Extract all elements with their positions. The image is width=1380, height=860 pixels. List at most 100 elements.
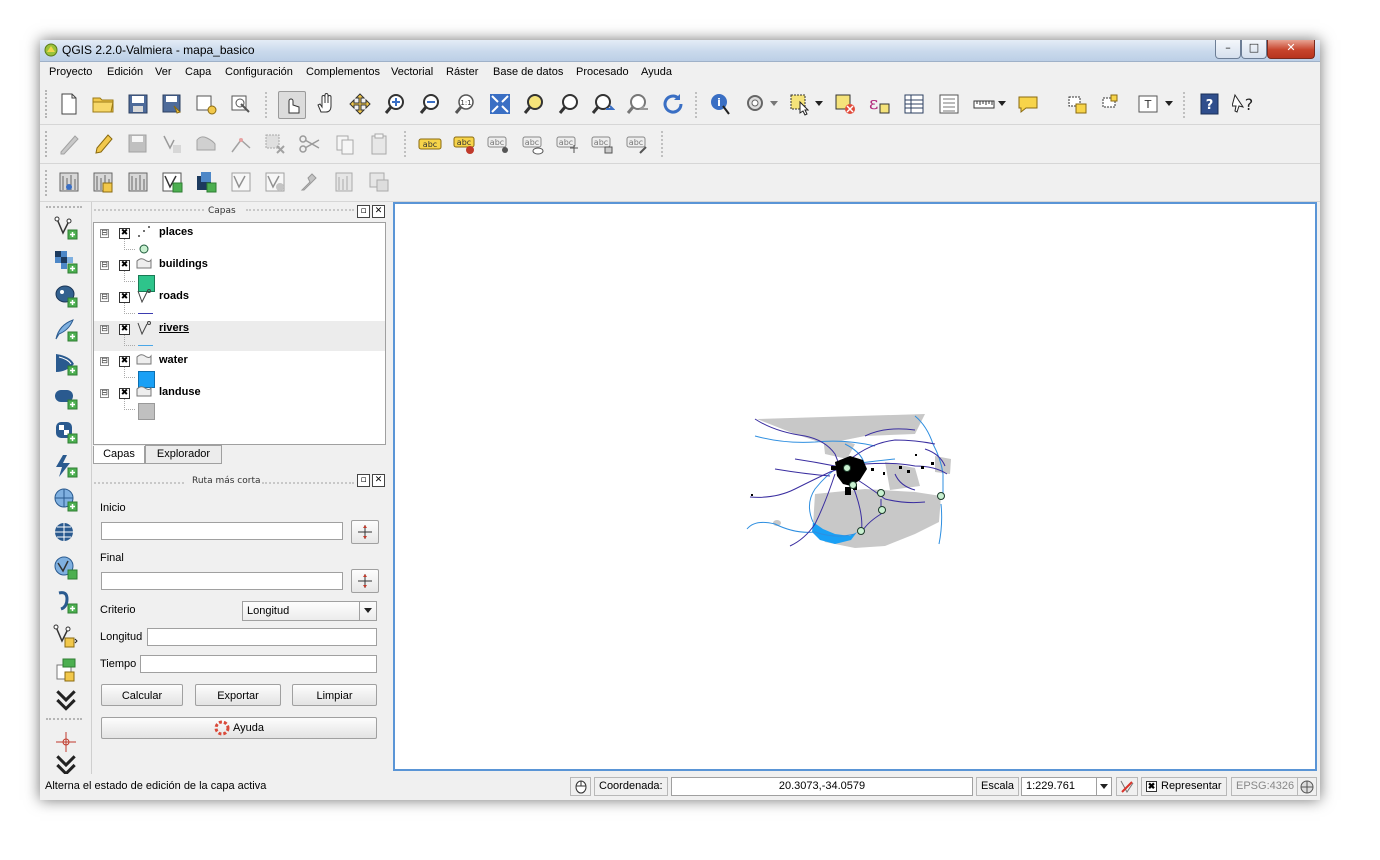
menu-procesado[interactable]: Procesado — [576, 66, 629, 78]
render-checkbox[interactable]: ✖ — [1146, 781, 1157, 792]
length-output[interactable] — [147, 628, 377, 646]
layer-row-rivers[interactable]: ⊟ ✖ rivers — [94, 321, 385, 351]
attribute-table-icon[interactable] — [901, 91, 927, 117]
copy-features-icon[interactable] — [332, 131, 358, 157]
zoom-to-selection-icon[interactable] — [521, 91, 547, 117]
layer-visibility-checkbox[interactable]: ✖ — [119, 260, 130, 271]
add-wcs-layer-icon[interactable] — [52, 486, 80, 514]
pan-map-icon[interactable] — [313, 91, 339, 117]
pin-labels-icon[interactable]: abc — [486, 131, 512, 157]
help-button[interactable]: Ayuda — [101, 717, 377, 739]
close-button[interactable]: ✕ — [1267, 40, 1315, 59]
select-by-expression-icon[interactable]: ε — [866, 91, 892, 117]
menu-proyecto[interactable]: Proyecto — [49, 66, 92, 78]
chevron-down-icon[interactable] — [52, 690, 80, 711]
scale-combo[interactable]: 1:229.761 — [1021, 777, 1112, 796]
measure-line-icon[interactable] — [971, 91, 997, 117]
menu-complementos[interactable]: Complementos — [306, 66, 380, 78]
layer-labeling-icon[interactable]: abc — [417, 131, 443, 157]
move-label-icon[interactable]: abc — [555, 131, 581, 157]
chevron-down-icon[interactable] — [770, 91, 778, 117]
run-feature-action-icon[interactable] — [743, 91, 769, 117]
new-project-icon[interactable] — [56, 91, 82, 117]
collapse-toggle[interactable]: ⊟ — [100, 229, 109, 238]
remove-layer-icon[interactable] — [228, 169, 254, 195]
help-contents-icon[interactable]: ? — [1197, 91, 1223, 117]
end-point-input[interactable] — [101, 572, 343, 590]
touch-zoom-pan-icon[interactable] — [278, 91, 306, 119]
layer-row-places[interactable]: ⊟ ✖ places — [94, 225, 385, 255]
float-panel-button[interactable]: ▫ — [357, 205, 370, 218]
menu-vectorial[interactable]: Vectorial — [391, 66, 433, 78]
menu-configuracion[interactable]: Configuración — [225, 66, 293, 78]
calculate-button[interactable]: Calcular — [101, 684, 183, 706]
time-output[interactable] — [140, 655, 377, 673]
field-calculator-icon[interactable] — [936, 91, 962, 117]
node-tool-icon[interactable] — [228, 131, 254, 157]
new-shapefile-icon[interactable] — [159, 169, 185, 195]
tab-explorador[interactable]: Explorador — [145, 445, 222, 464]
add-wms-layer-icon[interactable] — [56, 169, 82, 195]
pan-to-selection-icon[interactable] — [347, 91, 373, 117]
add-vector-layer-icon[interactable] — [52, 214, 80, 242]
add-spatialite-layer-icon[interactable] — [52, 316, 80, 344]
layer-filter-icon[interactable] — [366, 169, 392, 195]
render-toggle[interactable]: ✖ Representar — [1141, 777, 1227, 796]
chevron-down-icon[interactable] — [1096, 778, 1111, 795]
map-tips-icon[interactable] — [1015, 91, 1041, 117]
menu-raster[interactable]: Ráster — [446, 66, 478, 78]
paste-features-icon[interactable] — [366, 131, 392, 157]
layer-row-buildings[interactable]: ⊟ ✖ buildings — [94, 257, 385, 292]
zoom-to-layer-icon[interactable] — [556, 91, 582, 117]
layer-row-roads[interactable]: ⊟ ✖ roads — [94, 289, 385, 319]
menu-base-de-datos[interactable]: Base de datos — [493, 66, 563, 78]
pick-start-point-button[interactable] — [351, 520, 379, 544]
maximize-button[interactable]: □ — [1241, 40, 1267, 59]
collapse-toggle[interactable]: ⊟ — [100, 389, 109, 398]
close-panel-button[interactable]: ✕ — [372, 205, 385, 218]
collapse-toggle[interactable]: ⊟ — [100, 293, 109, 302]
text-annotation-icon[interactable]: T — [1135, 91, 1161, 117]
chevron-down-icon[interactable] — [998, 91, 1006, 117]
composer-manager-icon[interactable] — [228, 91, 254, 117]
chevron-down-icon[interactable] — [815, 91, 823, 117]
whats-this-icon[interactable]: ? — [1231, 91, 1257, 117]
current-edits-icon[interactable] — [56, 131, 82, 157]
toolbar-grip[interactable] — [45, 90, 51, 118]
delete-selected-icon[interactable] — [262, 131, 288, 157]
zoom-in-icon[interactable] — [382, 91, 408, 117]
add-gps-layer-icon[interactable] — [52, 554, 80, 582]
show-hide-labels-icon[interactable]: abc — [521, 131, 547, 157]
layer-name[interactable]: rivers — [159, 322, 189, 334]
move-feature-icon[interactable] — [193, 131, 219, 157]
toolbar-grip[interactable] — [45, 170, 51, 196]
layer-visibility-checkbox[interactable]: ✖ — [119, 228, 130, 239]
identify-features-icon[interactable]: i — [708, 91, 734, 117]
new-spatialite-layer-icon[interactable] — [193, 169, 219, 195]
start-point-input[interactable] — [101, 522, 343, 540]
add-mssql-layer-icon[interactable] — [52, 350, 80, 378]
zoom-full-icon[interactable] — [487, 91, 513, 117]
layer-row-landuse[interactable]: ⊟ ✖ landuse — [94, 385, 385, 420]
layer-visibility-checkbox[interactable]: ✖ — [119, 388, 130, 399]
float-panel-button[interactable]: ▫ — [357, 474, 370, 487]
collapse-toggle[interactable]: ⊟ — [100, 357, 109, 366]
clear-button[interactable]: Limpiar — [292, 684, 377, 706]
add-feature-icon[interactable] — [159, 131, 185, 157]
coordinate-display[interactable]: 20.3073,-34.0579 — [671, 777, 973, 796]
zoom-out-icon[interactable] — [417, 91, 443, 117]
layer-name[interactable]: roads — [159, 290, 189, 302]
save-as-icon[interactable] — [159, 91, 185, 117]
add-postgis-layer-icon[interactable] — [52, 282, 80, 310]
zoom-last-icon[interactable] — [590, 91, 616, 117]
query-layer-icon[interactable] — [332, 169, 358, 195]
chevron-down-icon[interactable] — [52, 755, 80, 776]
deselect-all-icon[interactable] — [832, 91, 858, 117]
toggle-editing-icon[interactable] — [90, 131, 116, 157]
duplicate-layer-icon[interactable] — [262, 169, 288, 195]
menu-capa[interactable]: Capa — [185, 66, 211, 78]
menu-ayuda[interactable]: Ayuda — [641, 66, 672, 78]
new-vector-layer-icon[interactable] — [52, 622, 80, 650]
criteria-select[interactable]: Longitud — [242, 601, 377, 621]
layer-visibility-checkbox[interactable]: ✖ — [119, 356, 130, 367]
